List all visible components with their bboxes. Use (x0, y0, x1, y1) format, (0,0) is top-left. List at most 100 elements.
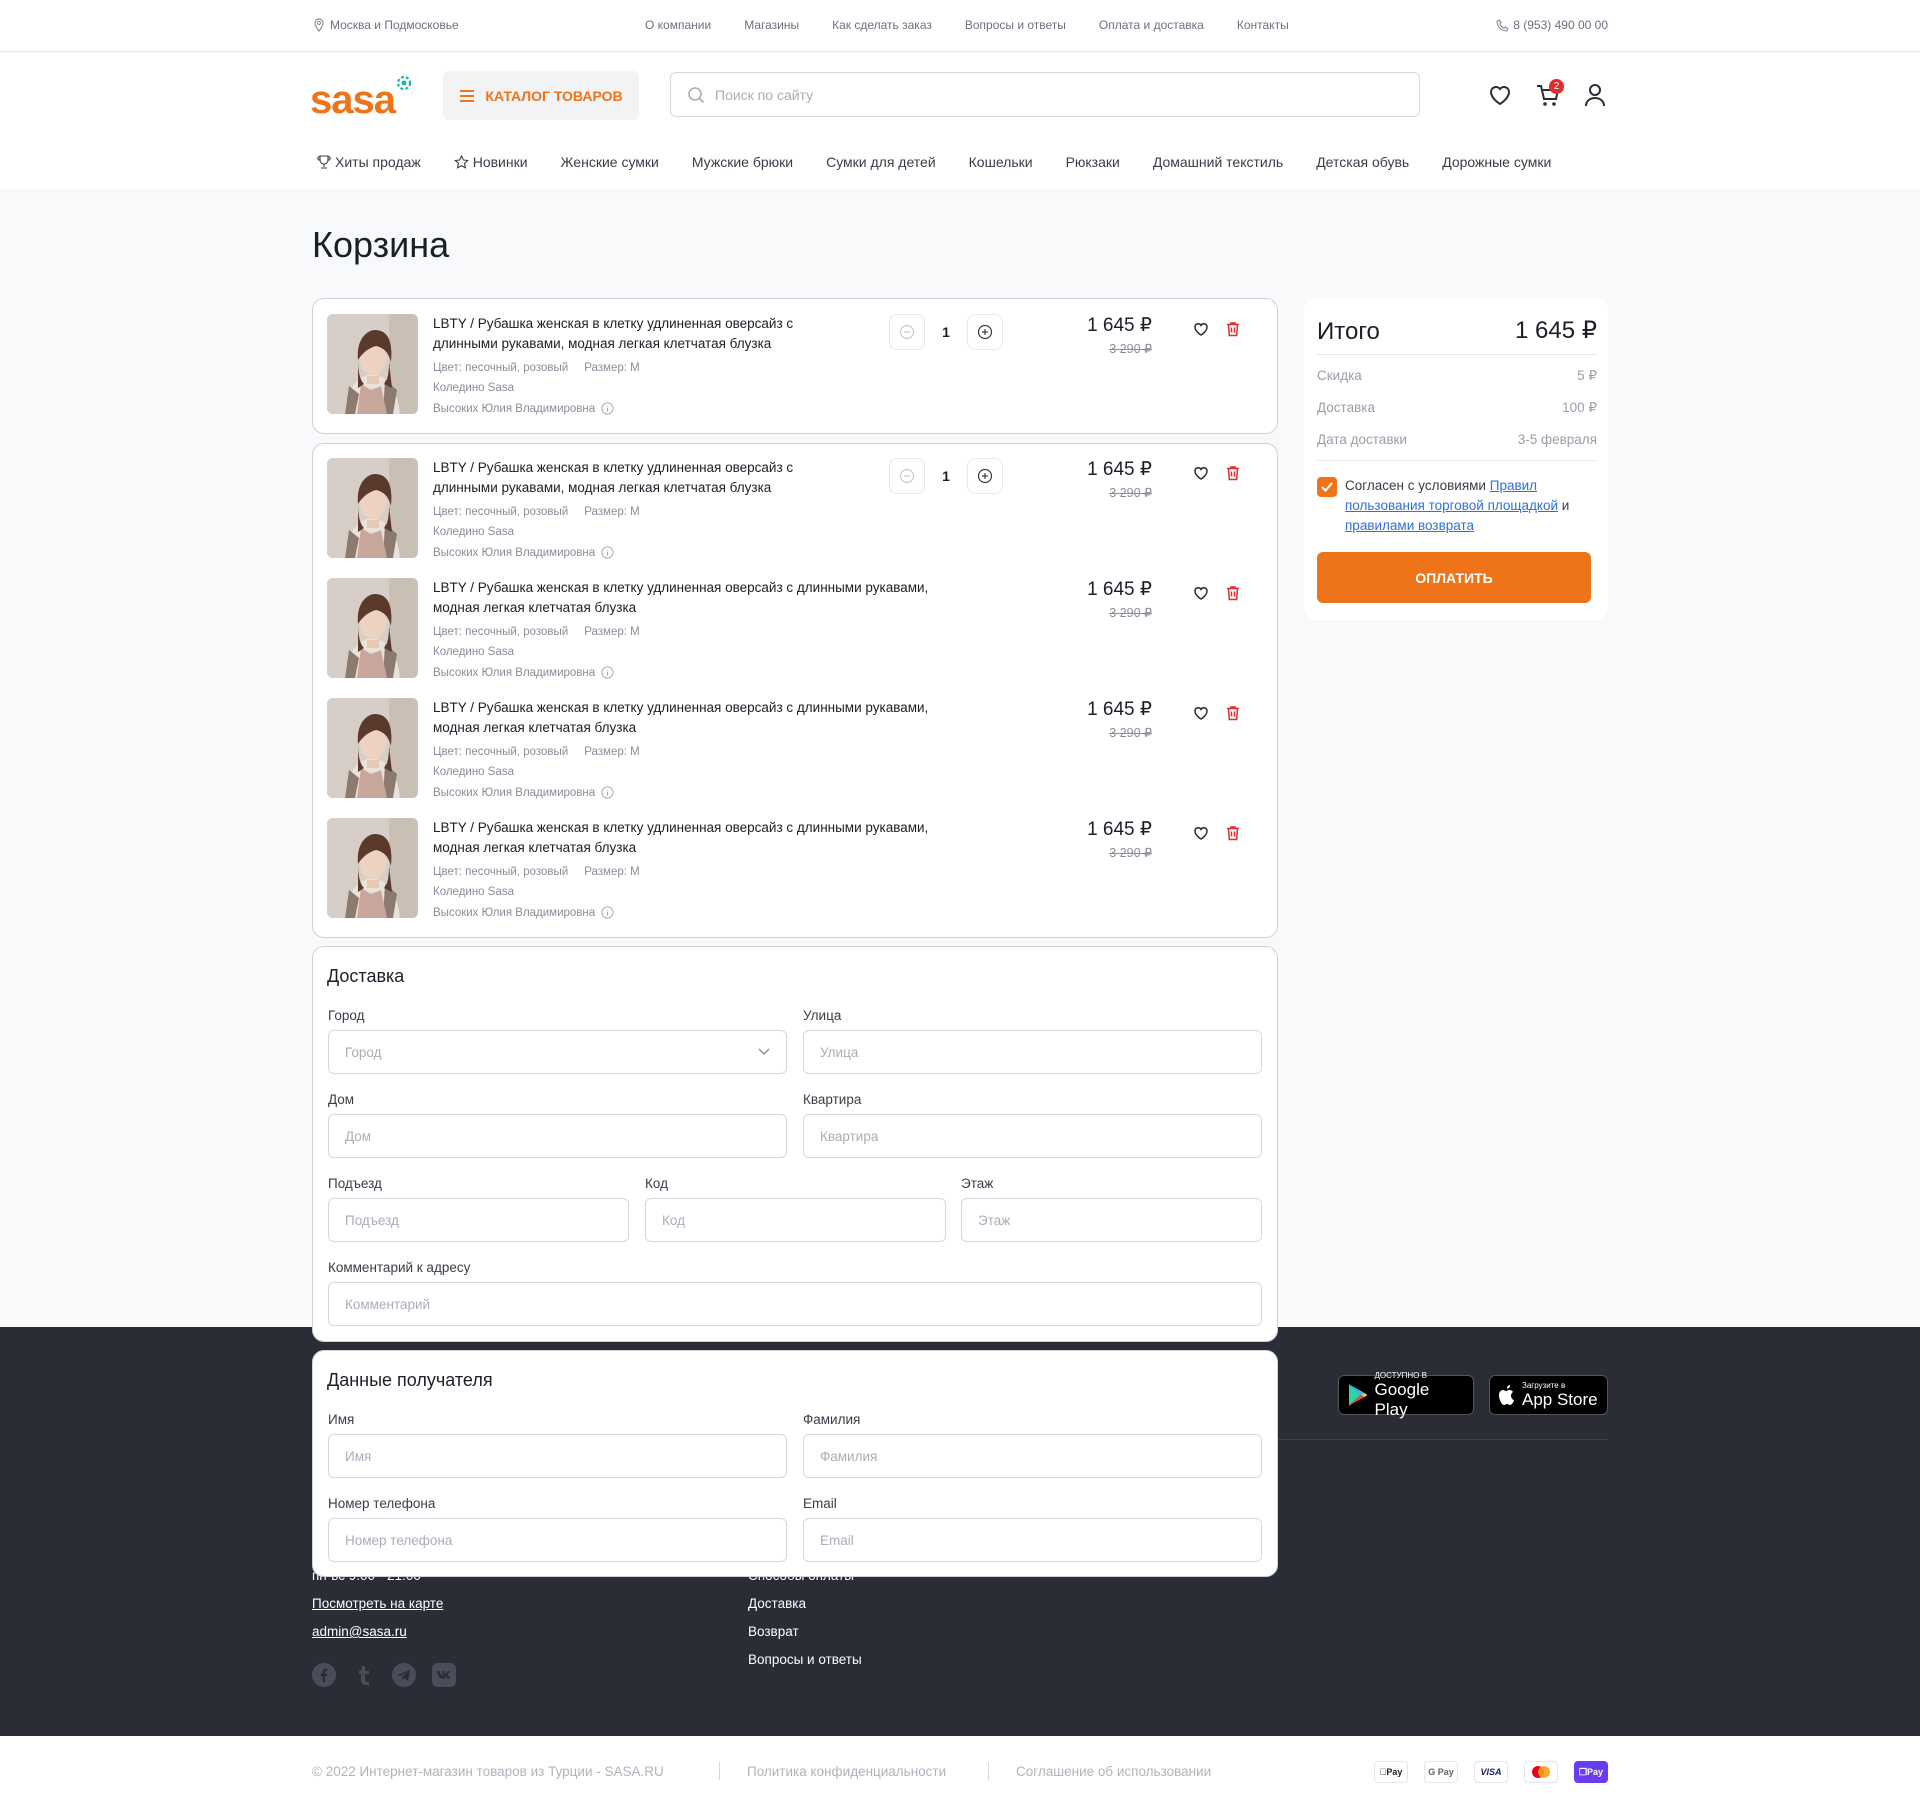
comment-field[interactable]: Комментарий (328, 1282, 1262, 1326)
name-field[interactable]: Имя (328, 1434, 787, 1478)
heart-icon[interactable] (1192, 704, 1210, 722)
top-link-about[interactable]: О компании (645, 18, 711, 32)
favorites-icon[interactable] (1486, 81, 1514, 109)
trash-icon[interactable] (1224, 584, 1242, 602)
sasa-logo-icon: sasa (310, 75, 412, 122)
product-seller: Высоких Юлия Владимировна (433, 666, 614, 679)
decrease-button[interactable] (889, 314, 925, 350)
heart-icon[interactable] (1192, 320, 1210, 338)
flat-label: Квартира (803, 1092, 862, 1107)
email-field[interactable]: Email (803, 1518, 1262, 1562)
trash-icon[interactable] (1224, 320, 1242, 338)
google-play-button[interactable]: ДОСТУПНО В Google Play (1338, 1371, 1474, 1419)
vk-icon[interactable] (432, 1663, 456, 1687)
trash-icon[interactable] (1224, 704, 1242, 722)
category-label: Детская обувь (1316, 154, 1410, 170)
house-field[interactable]: Дом (328, 1114, 787, 1158)
product-image[interactable] (327, 458, 418, 558)
location-selector[interactable]: Москва и Подмосковье (312, 18, 459, 32)
top-link-payment[interactable]: Оплата и доставка (1099, 18, 1204, 32)
product-warehouse: Коледино Sasa (433, 886, 514, 898)
seller-label: Высоких Юлия Владимировна (433, 546, 596, 559)
footer-link-delivery[interactable]: Доставка (748, 1596, 806, 1611)
trash-icon[interactable] (1224, 464, 1242, 482)
product-title[interactable]: LBTY / Рубашка женская в клетку удлиненн… (433, 698, 928, 738)
increase-button[interactable] (967, 458, 1003, 494)
category-womens-bags[interactable]: Женские сумки (561, 154, 659, 170)
city-select[interactable]: Город (328, 1030, 787, 1074)
footer-link-returns[interactable]: Возврат (748, 1624, 799, 1639)
info-icon[interactable] (601, 786, 614, 799)
product-title-line: LBTY / Рубашка женская в клетку удлиненн… (433, 700, 929, 715)
floor-field[interactable]: Этаж (961, 1198, 1262, 1242)
product-title-line: LBTY / Рубашка женская в клетку удлиненн… (433, 460, 794, 475)
logo[interactable]: sasa (310, 70, 416, 122)
trash-icon[interactable] (1224, 824, 1242, 842)
category-wallets[interactable]: Кошельки (969, 154, 1033, 170)
street-field[interactable]: Улица (803, 1030, 1262, 1074)
phone-link[interactable]: 8 (953) 490 00 00 (1496, 18, 1608, 32)
marketplace-rules-link[interactable]: пользования торговой площадкой (1345, 498, 1558, 513)
heart-icon[interactable] (1192, 824, 1210, 842)
phone-field[interactable]: Номер телефона (328, 1518, 787, 1562)
category-kids-bags[interactable]: Сумки для детей (826, 154, 936, 170)
info-icon[interactable] (601, 402, 614, 415)
product-title-line: модная легкая клетчатая блузка (433, 840, 637, 855)
top-bar: Москва и Подмосковье О компании Магазины… (0, 0, 1920, 52)
product-photo (327, 698, 418, 798)
surname-field[interactable]: Фамилия (803, 1434, 1262, 1478)
pay-button[interactable]: ОПЛАТИТЬ (1317, 552, 1591, 603)
info-icon[interactable] (601, 546, 614, 559)
top-link-how-to-order[interactable]: Как сделать заказ (832, 18, 932, 32)
product-color: Цвет: песочный, розовый (433, 506, 569, 518)
top-link-stores[interactable]: Магазины (744, 18, 799, 32)
increase-button[interactable] (967, 314, 1003, 350)
cart-item: LBTY / Рубашка женская в клетку удлиненн… (327, 458, 1262, 562)
return-rules-link[interactable]: правилами возврата (1345, 518, 1474, 533)
search-input[interactable]: Поиск по сайту (670, 72, 1420, 117)
product-image[interactable] (327, 314, 418, 414)
catalog-button[interactable]: КАТАЛОГ ТОВАРОВ (443, 71, 639, 120)
flat-field[interactable]: Квартира (803, 1114, 1262, 1158)
mastercard-circles-icon (1532, 1766, 1550, 1778)
product-title[interactable]: LBTY / Рубашка женская в клетку удлиненн… (433, 818, 928, 858)
category-home-textile[interactable]: Домашний текстиль (1153, 154, 1283, 170)
category-new[interactable]: Новинки (453, 154, 528, 170)
product-image[interactable] (327, 818, 418, 918)
product-title[interactable]: LBTY / Рубашка женская в клетку удлиненн… (433, 578, 928, 618)
product-title[interactable]: LBTY / Рубашка женская в клетку удлиненн… (433, 458, 793, 498)
entrance-field[interactable]: Подъезд (328, 1198, 629, 1242)
category-travel-bags[interactable]: Дорожные сумки (1442, 154, 1551, 170)
category-kids-shoes[interactable]: Детская обувь (1316, 154, 1409, 170)
tumblr-icon[interactable] (352, 1663, 376, 1687)
info-icon[interactable] (601, 906, 614, 919)
footer-link-faq[interactable]: Вопросы и ответы (748, 1652, 862, 1667)
apple-pay-icon: Pay (1374, 1761, 1408, 1783)
product-image[interactable] (327, 578, 418, 678)
facebook-icon[interactable] (312, 1663, 336, 1687)
category-backpacks[interactable]: Рюкзаки (1066, 154, 1120, 170)
app-store-button[interactable]: Загрузите в App Store (1489, 1375, 1608, 1415)
product-title[interactable]: LBTY / Рубашка женская в клетку удлиненн… (433, 314, 793, 354)
footer-email-link[interactable]: admin@sasa.ru (312, 1624, 407, 1639)
delivery-cost-value: 100 ₽ (1562, 400, 1597, 415)
top-link-faq[interactable]: Вопросы и ответы (965, 18, 1066, 32)
rules-link[interactable]: Правил (1490, 478, 1537, 493)
category-label: Новинки (472, 154, 528, 170)
agree-checkbox[interactable] (1317, 477, 1337, 497)
product-image[interactable] (327, 698, 418, 798)
category-label: Мужские брюки (691, 154, 794, 170)
top-link-contacts[interactable]: Контакты (1237, 18, 1289, 32)
heart-icon[interactable] (1192, 464, 1210, 482)
footer-map-link[interactable]: Посмотреть на карте (312, 1596, 443, 1611)
info-icon[interactable] (601, 666, 614, 679)
decrease-button[interactable] (889, 458, 925, 494)
code-field[interactable]: Код (645, 1198, 946, 1242)
profile-icon[interactable] (1581, 81, 1609, 109)
privacy-link[interactable]: Политика конфиденциальности (747, 1764, 946, 1779)
telegram-icon[interactable] (392, 1663, 416, 1687)
category-mens-pants[interactable]: Мужские брюки (692, 154, 793, 170)
terms-link[interactable]: Соглашение об использовании (1016, 1764, 1211, 1779)
heart-icon[interactable] (1192, 584, 1210, 602)
category-bestsellers[interactable]: Хиты продаж (317, 154, 421, 170)
